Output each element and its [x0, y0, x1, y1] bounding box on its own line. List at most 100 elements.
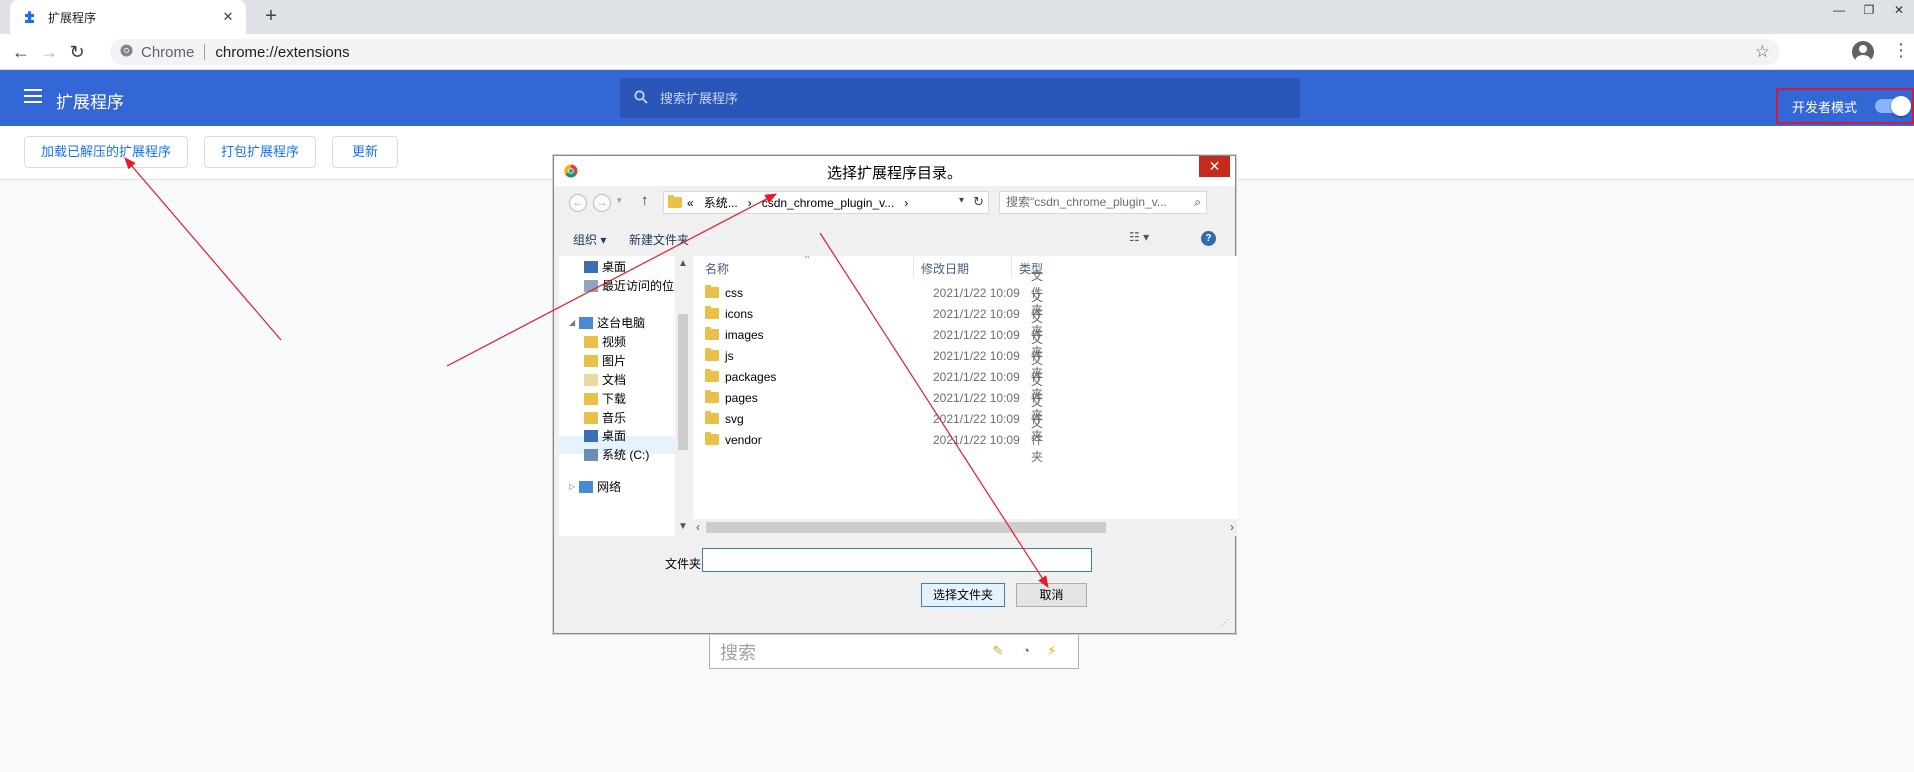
file-row[interactable]: icons 2021/1/22 10:09 文件夹 — [705, 290, 1043, 338]
new-folder-button[interactable]: 新建文件夹 — [629, 231, 689, 248]
breadcrumb-system[interactable]: 系统... — [704, 194, 738, 211]
column-date[interactable]: 修改日期 — [921, 260, 969, 277]
dialog-search-placeholder: 搜索"csdn_chrome_plugin_v... — [1006, 195, 1167, 209]
file-row[interactable]: js 2021/1/22 10:09 文件夹 — [705, 332, 1043, 380]
tab-close-icon[interactable]: ✕ — [220, 9, 236, 25]
folder-icon — [705, 348, 719, 361]
pack-extension-button[interactable]: 打包扩展程序 — [204, 136, 316, 168]
file-row[interactable]: svg 2021/1/22 10:09 文件夹 — [705, 395, 1043, 443]
file-row[interactable]: pages 2021/1/22 10:09 文件夹 — [705, 374, 1043, 422]
recent-icon — [584, 279, 598, 292]
file-name: svg — [725, 411, 744, 426]
new-tab-button[interactable]: + — [260, 6, 282, 28]
breadcrumb-current[interactable]: csdn_chrome_plugin_v... — [762, 196, 895, 210]
recent-dropdown-icon[interactable]: ▾ — [617, 195, 622, 206]
dialog-search-input[interactable]: 搜索"csdn_chrome_plugin_v... ⌕ — [999, 191, 1207, 214]
dialog-body: ← → ▾ ↑ « 系统... › csdn_chrome_plugin_v..… — [559, 186, 1237, 628]
column-name[interactable]: 名称 — [705, 260, 729, 277]
background-search-placeholder: 搜索 — [720, 642, 756, 663]
scroll-thumb[interactable] — [678, 314, 688, 450]
dialog-close-button[interactable]: ✕ — [1199, 156, 1230, 177]
scroll-up-icon[interactable]: ▲ — [678, 258, 688, 269]
music-folder-icon — [584, 411, 598, 424]
file-row[interactable]: css 2021/1/22 10:09 文件夹 — [705, 269, 1043, 317]
tree-item-videos[interactable]: 视频 — [584, 333, 626, 350]
tree-item-label: 桌面 — [602, 260, 627, 274]
menu-dots-icon[interactable]: ⋮ — [1892, 40, 1910, 61]
browser-toolbar: ← → ↻ Chrome chrome://extensions ☆ ⋮ — [0, 34, 1914, 70]
hamburger-menu-icon[interactable] — [24, 89, 42, 103]
background-search-box[interactable]: 搜索 ✎ ◔ ⚡ — [709, 634, 1079, 669]
tree-item-label: 文档 — [602, 373, 627, 387]
dialog-back-icon[interactable]: ← — [569, 194, 587, 212]
breadcrumb-separator[interactable]: › — [748, 196, 752, 210]
forward-icon[interactable]: → — [38, 41, 60, 63]
breadcrumb-overflow[interactable]: « — [687, 196, 694, 210]
search-input[interactable] — [660, 90, 1260, 106]
tree-item-music[interactable]: 音乐 — [584, 409, 626, 426]
tree-item-pictures[interactable]: 图片 — [584, 352, 626, 369]
tree-item-this-pc[interactable]: ◢ 这台电脑 — [569, 314, 645, 331]
file-list: 名称 ^ 修改日期 类型 css 2021/1/22 10:09 文件夹 ico… — [693, 256, 1237, 536]
dialog-forward-icon[interactable]: → — [593, 194, 611, 212]
resize-grip-icon[interactable]: ⋰ — [1221, 618, 1229, 627]
tree-item-desktop-folder[interactable]: 桌面 — [584, 427, 626, 444]
window-close-button[interactable]: ✕ — [1884, 0, 1914, 22]
dialog-address-row: ← → ▾ ↑ « 系统... › csdn_chrome_plugin_v..… — [559, 186, 1230, 222]
hscroll-thumb[interactable] — [706, 522, 1106, 533]
restore-button[interactable]: ❐ — [1854, 0, 1884, 22]
scroll-left-icon[interactable]: ‹ — [696, 520, 700, 534]
extensions-search[interactable] — [620, 78, 1300, 118]
select-folder-button[interactable]: 选择文件夹 — [921, 583, 1005, 607]
minimize-button[interactable]: — — [1824, 0, 1854, 22]
dialog-breadcrumb[interactable]: « 系统... › csdn_chrome_plugin_v... › ▾ ↻ — [663, 191, 989, 214]
toggle-knob — [1891, 96, 1912, 116]
tree-item-desktop[interactable]: 桌面 — [584, 258, 626, 275]
file-date: 2021/1/22 10:09 — [933, 285, 1020, 300]
scroll-down-icon[interactable]: ▼ — [678, 521, 688, 532]
file-name: images — [725, 327, 764, 342]
file-name: css — [725, 285, 743, 300]
edit-icon[interactable]: ✎ — [990, 643, 1006, 659]
folder-field[interactable] — [702, 548, 1092, 572]
expand-arrow-icon[interactable]: ◢ — [569, 318, 575, 327]
file-row[interactable]: images 2021/1/22 10:09 文件夹 — [705, 311, 1043, 359]
load-unpacked-button[interactable]: 加载已解压的扩展程序 — [24, 136, 188, 168]
tree-item-drive-c[interactable]: 系统 (C:) — [584, 446, 649, 463]
dialog-refresh-icon[interactable]: ↻ — [973, 194, 984, 210]
cancel-button[interactable]: 取消 — [1016, 583, 1087, 607]
breadcrumb-separator-end[interactable]: › — [904, 196, 908, 210]
omnibox-divider — [204, 44, 206, 60]
tab-extensions[interactable]: 扩展程序 ✕ — [10, 0, 246, 34]
file-row[interactable]: vendor 2021/1/22 10:09 文件夹 — [705, 416, 1043, 464]
dev-mode-toggle[interactable] — [1875, 96, 1912, 116]
clock-icon[interactable]: ◔ — [1018, 643, 1034, 659]
network-icon — [579, 480, 594, 493]
file-row[interactable]: packages 2021/1/22 10:09 文件夹 — [705, 353, 1043, 401]
dialog-titlebar: 选择扩展程序目录。 ✕ — [554, 156, 1235, 186]
tree-item-recent[interactable]: 最近访问的位置 — [584, 277, 686, 294]
organize-menu[interactable]: 组织 ▾ — [573, 231, 606, 248]
bookmark-star-icon[interactable]: ☆ — [1755, 42, 1770, 62]
breadcrumb-dropdown-icon[interactable]: ▾ — [959, 195, 964, 206]
tree-item-documents[interactable]: 文档 — [584, 371, 626, 388]
scroll-right-icon[interactable]: › — [1230, 520, 1234, 534]
expand-arrow-icon[interactable]: ▷ — [569, 482, 575, 491]
view-options-icon[interactable]: ☷ ▾ — [1129, 230, 1149, 244]
folder-icon — [705, 369, 719, 382]
file-list-hscrollbar[interactable]: ‹ › — [693, 519, 1237, 536]
reload-icon[interactable]: ↻ — [66, 41, 88, 63]
tree-item-downloads[interactable]: 下载 — [584, 390, 626, 407]
lightning-icon[interactable]: ⚡ — [1044, 643, 1060, 659]
file-date: 2021/1/22 10:09 — [933, 411, 1020, 426]
navigation-scrollbar[interactable]: ▲ ▼ — [675, 256, 692, 536]
back-icon[interactable]: ← — [10, 41, 32, 63]
dialog-up-icon[interactable]: ↑ — [641, 192, 649, 209]
tree-item-label: 下载 — [602, 392, 627, 406]
address-bar[interactable]: Chrome chrome://extensions ☆ — [110, 39, 1780, 65]
tree-item-network[interactable]: ▷ 网络 — [569, 478, 621, 495]
update-button[interactable]: 更新 — [332, 136, 398, 168]
dialog-command-bar: 组织 ▾ 新建文件夹 ☷ ▾ ? — [559, 224, 1230, 254]
help-icon[interactable]: ? — [1201, 231, 1216, 246]
profile-avatar[interactable] — [1852, 41, 1874, 63]
